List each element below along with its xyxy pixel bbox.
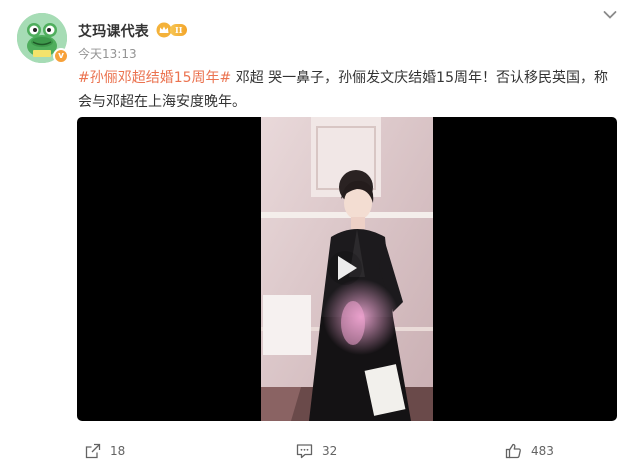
share-count: 18 xyxy=(110,444,126,458)
play-icon[interactable] xyxy=(327,250,363,286)
comment-button[interactable]: 32 xyxy=(296,436,337,466)
share-icon xyxy=(85,443,101,459)
like-count: 483 xyxy=(531,444,554,458)
vip-level: II xyxy=(170,24,188,36)
user-name[interactable]: 艾玛课代表 xyxy=(78,21,149,41)
video-player[interactable] xyxy=(77,117,617,421)
chevron-down-icon[interactable] xyxy=(603,10,617,20)
thumbs-up-icon xyxy=(505,443,521,459)
weibo-post-card: v 艾玛课代表 II 今天13:13 #孙俪邓超结婚15周年# 邓超 哭一鼻子，… xyxy=(0,0,625,476)
avatar[interactable]: v xyxy=(17,13,69,64)
action-bar: 18 32 483 xyxy=(0,436,625,466)
vip-badge[interactable]: II xyxy=(156,22,188,38)
like-button[interactable]: 483 xyxy=(505,436,554,466)
post-text: #孙俪邓超结婚15周年# 邓超 哭一鼻子，孙俪发文庆结婚15周年！否认移民英国，… xyxy=(78,66,618,114)
comment-icon xyxy=(296,444,313,459)
hashtag-link[interactable]: #孙俪邓超结婚15周年# xyxy=(78,70,231,86)
post-time[interactable]: 今天13:13 xyxy=(78,45,137,62)
share-button[interactable]: 18 xyxy=(85,436,125,466)
verified-badge: v xyxy=(53,48,69,64)
comment-count: 32 xyxy=(322,444,338,458)
